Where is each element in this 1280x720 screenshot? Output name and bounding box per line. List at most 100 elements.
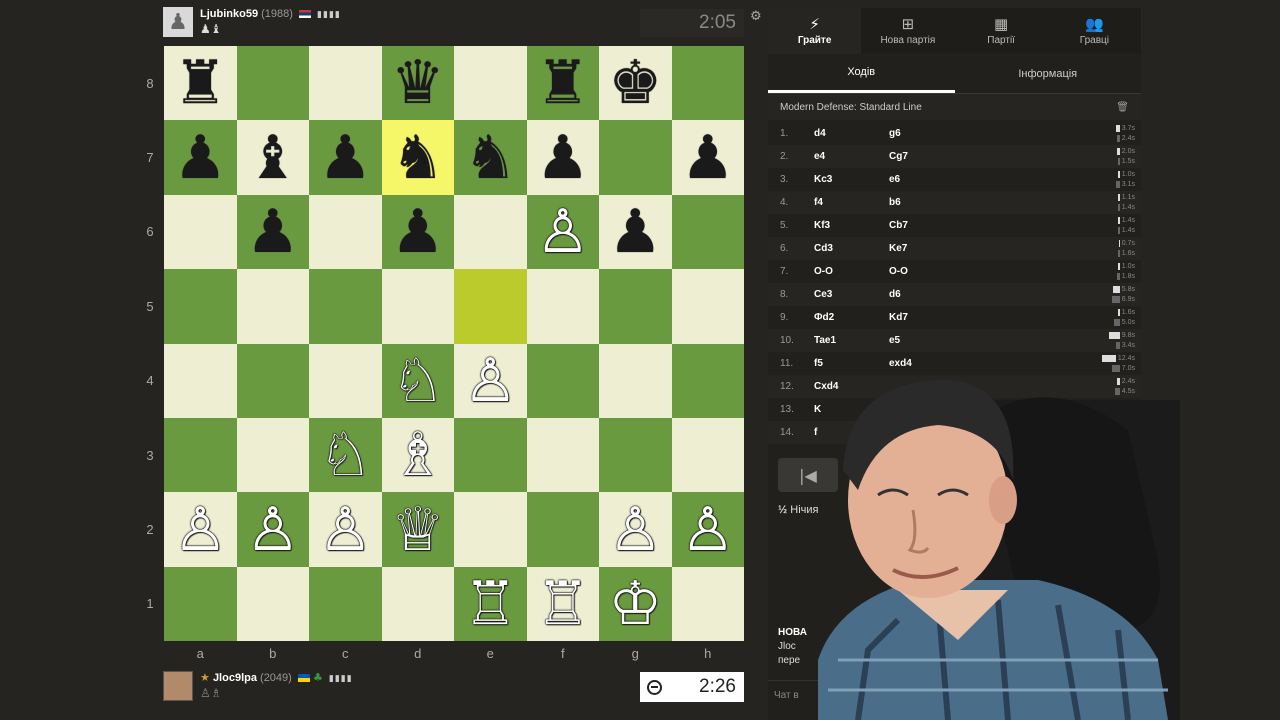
nav-players[interactable]: 👥 Гравці bbox=[1048, 8, 1141, 54]
square-c3[interactable]: ♘ bbox=[309, 417, 382, 493]
trash-icon[interactable]: 🗑 bbox=[1116, 102, 1129, 113]
square-c2[interactable]: ♙ bbox=[309, 492, 382, 567]
white-move[interactable]: Cd3 bbox=[814, 243, 889, 254]
piece-f6[interactable]: ♙ bbox=[536, 202, 590, 262]
white-move[interactable]: Kf3 bbox=[814, 220, 889, 231]
black-move[interactable]: Cg7 bbox=[889, 151, 964, 162]
piece-f7[interactable]: ♟ bbox=[536, 128, 590, 188]
white-move[interactable]: Ce3 bbox=[814, 289, 889, 300]
black-move[interactable]: O-O bbox=[889, 266, 964, 277]
white-move[interactable]: d4 bbox=[814, 128, 889, 139]
tab-info[interactable]: Інформація bbox=[955, 54, 1142, 93]
top-player-name[interactable]: Ljubinko59 bbox=[200, 8, 258, 20]
piece-d4[interactable]: ♘ bbox=[391, 351, 445, 411]
piece-a2[interactable]: ♙ bbox=[173, 500, 227, 560]
square-a3[interactable] bbox=[164, 417, 237, 493]
bottom-player-name[interactable]: Jloc9lpa bbox=[213, 672, 257, 684]
piece-g2[interactable]: ♙ bbox=[608, 500, 662, 560]
piece-b2[interactable]: ♙ bbox=[246, 500, 300, 560]
square-e4[interactable]: ♙ bbox=[454, 343, 527, 418]
square-b3[interactable] bbox=[236, 417, 309, 493]
square-e3[interactable] bbox=[454, 417, 527, 493]
black-move[interactable]: b6 bbox=[889, 197, 964, 208]
square-d8[interactable]: ♛ bbox=[381, 46, 454, 121]
square-g3[interactable] bbox=[599, 417, 672, 493]
square-g2[interactable]: ♙ bbox=[599, 492, 672, 567]
piece-g8[interactable]: ♚ bbox=[608, 53, 662, 113]
square-e5[interactable] bbox=[454, 269, 527, 344]
square-b7[interactable]: ♝ bbox=[236, 120, 309, 195]
tab-moves[interactable]: Ходів bbox=[768, 54, 955, 93]
nav-new-game[interactable]: ⊞ Нова партія bbox=[861, 8, 954, 54]
piece-a8[interactable]: ♜ bbox=[173, 53, 227, 113]
piece-b7[interactable]: ♝ bbox=[246, 128, 300, 188]
square-b1[interactable] bbox=[236, 566, 309, 642]
piece-c2[interactable]: ♙ bbox=[318, 500, 372, 560]
square-a6[interactable] bbox=[164, 194, 237, 270]
square-g1[interactable]: ♔ bbox=[599, 566, 672, 642]
chess-board[interactable]: ♜ ♛ ♜ ♚ ♟ ♝ ♟ ♞ ♞ ♟ ♟ ♟ ♟ ♙ ♟ ♘ ♙ ♘ ♗ ♙ ♙ ♙ ♕ ♙ ♙ ♖ ♖ ♔ bbox=[164, 46, 744, 642]
square-c8[interactable] bbox=[309, 46, 382, 121]
black-move[interactable]: Kd7 bbox=[889, 312, 964, 323]
square-h1[interactable] bbox=[671, 566, 744, 642]
black-move[interactable]: g6 bbox=[889, 128, 964, 139]
square-d7[interactable]: ♞ bbox=[381, 120, 454, 195]
square-b5[interactable] bbox=[236, 269, 309, 344]
black-move[interactable]: Cb7 bbox=[889, 220, 964, 231]
square-d3[interactable]: ♗ bbox=[381, 417, 454, 493]
square-f1[interactable]: ♖ bbox=[526, 566, 599, 642]
piece-h2[interactable]: ♙ bbox=[681, 500, 735, 560]
black-move[interactable]: Ke7 bbox=[889, 243, 964, 254]
square-e6[interactable] bbox=[454, 194, 527, 270]
square-c1[interactable] bbox=[309, 566, 382, 642]
piece-d6[interactable]: ♟ bbox=[391, 202, 445, 262]
square-e2[interactable] bbox=[454, 492, 527, 567]
square-a8[interactable]: ♜ bbox=[164, 46, 237, 121]
square-g7[interactable] bbox=[599, 120, 672, 195]
black-move[interactable]: e5 bbox=[889, 335, 964, 346]
square-b2[interactable]: ♙ bbox=[236, 492, 309, 567]
square-f4[interactable] bbox=[526, 343, 599, 418]
piece-e1[interactable]: ♖ bbox=[463, 574, 517, 634]
square-e7[interactable]: ♞ bbox=[454, 120, 527, 195]
piece-c3[interactable]: ♘ bbox=[318, 425, 372, 485]
square-d4[interactable]: ♘ bbox=[381, 343, 454, 418]
gear-icon[interactable]: ⚙ bbox=[750, 9, 762, 24]
square-d5[interactable] bbox=[381, 269, 454, 344]
piece-e7[interactable]: ♞ bbox=[463, 128, 517, 188]
square-a4[interactable] bbox=[164, 343, 237, 418]
square-d1[interactable] bbox=[381, 566, 454, 642]
square-a5[interactable] bbox=[164, 269, 237, 344]
piece-f1[interactable]: ♖ bbox=[536, 574, 590, 634]
square-f7[interactable]: ♟ bbox=[526, 120, 599, 195]
square-c7[interactable]: ♟ bbox=[309, 120, 382, 195]
piece-b6[interactable]: ♟ bbox=[246, 202, 300, 262]
square-h6[interactable] bbox=[671, 194, 744, 270]
square-f2[interactable] bbox=[526, 492, 599, 567]
white-move[interactable]: e4 bbox=[814, 151, 889, 162]
square-g5[interactable] bbox=[599, 269, 672, 344]
nav-play[interactable]: ⚡ Грайте bbox=[768, 8, 862, 54]
nav-games[interactable]: ▦ Партії bbox=[955, 8, 1048, 54]
square-a7[interactable]: ♟ bbox=[164, 120, 237, 195]
piece-a7[interactable]: ♟ bbox=[173, 128, 227, 188]
square-f8[interactable]: ♜ bbox=[526, 46, 599, 121]
square-a2[interactable]: ♙ bbox=[164, 492, 237, 567]
piece-f8[interactable]: ♜ bbox=[536, 53, 590, 113]
piece-d2[interactable]: ♕ bbox=[391, 500, 445, 560]
square-h8[interactable] bbox=[671, 46, 744, 121]
square-a1[interactable] bbox=[164, 566, 237, 642]
square-g8[interactable]: ♚ bbox=[599, 46, 672, 121]
white-move[interactable]: Kc3 bbox=[814, 174, 889, 185]
square-e1[interactable]: ♖ bbox=[454, 566, 527, 642]
piece-d3[interactable]: ♗ bbox=[391, 425, 445, 485]
square-h3[interactable] bbox=[671, 417, 744, 493]
piece-c7[interactable]: ♟ bbox=[318, 128, 372, 188]
opening-name[interactable]: Modern Defense: Standard Line bbox=[780, 102, 922, 113]
bottom-player-avatar[interactable] bbox=[163, 671, 193, 701]
square-h2[interactable]: ♙ bbox=[671, 492, 744, 567]
square-h4[interactable] bbox=[671, 343, 744, 418]
square-h7[interactable]: ♟ bbox=[671, 120, 744, 195]
square-d2[interactable]: ♕ bbox=[381, 492, 454, 567]
square-h5[interactable] bbox=[671, 269, 744, 344]
